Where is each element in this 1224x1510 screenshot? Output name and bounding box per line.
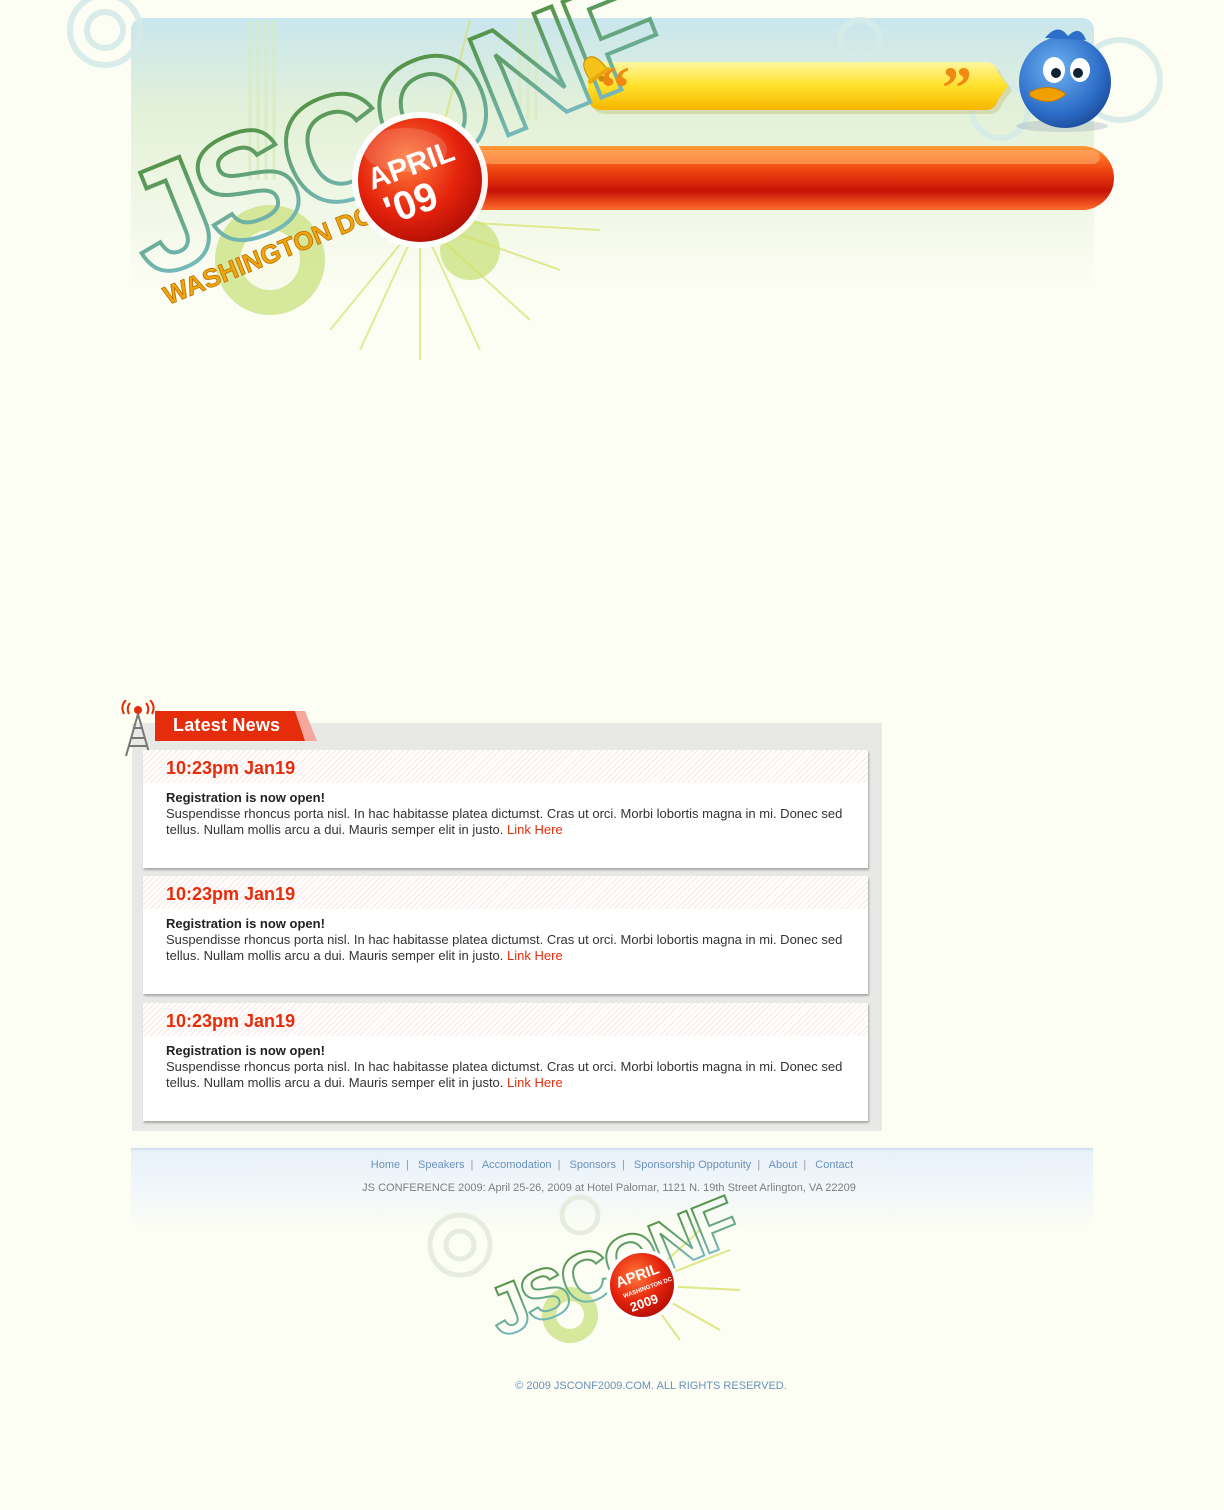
news-tab: Latest News [155,711,317,741]
header-artwork: JSCONF WASHINGTON DC APRIL '09 “ ” [67,0,1163,360]
footer-nav: Home | Speakers | Accomodation | Sponsors | … [370,1159,854,1171]
news-link[interactable]: Link Here [507,1075,563,1090]
news-date: 10:23pm Jan19 [166,1011,296,1031]
news-item: 10:23pm Jan19 Registration is now open! … [143,876,868,994]
news-item: 10:23pm Jan19 Registration is now open! … [143,750,868,868]
news-body: Suspendisse rhoncus porta nisl. In hac h… [166,932,843,963]
quote-close-icon: ” [942,55,972,121]
footer-link-sponsorship[interactable]: Sponsorship Oppotunity [634,1159,751,1171]
news-body: Suspendisse rhoncus porta nisl. In hac h… [166,1059,843,1090]
news-item: 10:23pm Jan19 Registration is now open! … [143,1003,868,1121]
news-body: Suspendisse rhoncus porta nisl. In hac h… [166,806,843,837]
footer-link-accomodation[interactable]: Accomodation [482,1159,552,1171]
footer-link-home[interactable]: Home [371,1159,400,1171]
footer-link-about[interactable]: About [769,1159,798,1171]
news-headline: Registration is now open! [166,916,325,931]
news-link[interactable]: Link Here [507,822,563,837]
news-section-title: Latest News [173,715,281,735]
footer-link-contact[interactable]: Contact [815,1159,853,1171]
news-headline: Registration is now open! [166,790,325,805]
news-date: 10:23pm Jan19 [166,758,296,778]
news-link[interactable]: Link Here [507,948,563,963]
news-headline: Registration is now open! [166,1043,325,1058]
copyright: © 2009 JSCONF2009.COM. ALL RIGHTS RESERV… [515,1380,787,1392]
quote-open-icon: “ [600,55,630,121]
site-header: JSCONF WASHINGTON DC APRIL '09 “ ” [0,0,1224,370]
footer-link-speakers[interactable]: Speakers [418,1159,464,1171]
news-date: 10:23pm Jan19 [166,884,296,904]
footer-link-sponsors[interactable]: Sponsors [569,1159,615,1171]
date-badge: APRIL '09 [352,112,488,248]
